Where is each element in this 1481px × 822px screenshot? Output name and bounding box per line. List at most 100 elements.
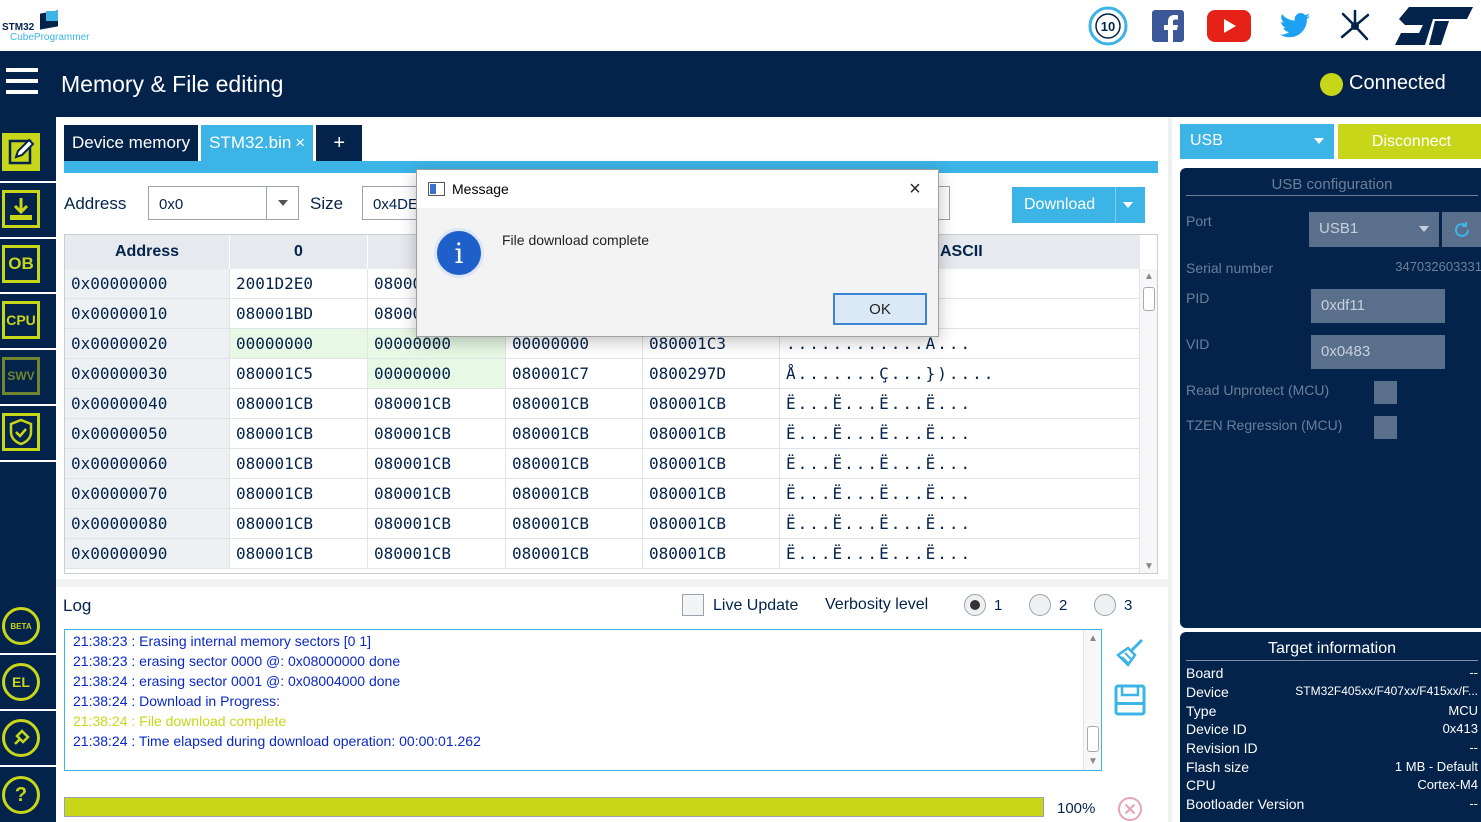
- tab-stm32-bin[interactable]: STM32.bin ×: [201, 125, 314, 161]
- youtube-icon[interactable]: [1206, 6, 1252, 46]
- column-header-0[interactable]: 0: [230, 235, 368, 269]
- dialog-close-icon[interactable]: ×: [902, 176, 928, 202]
- memory-table-scroll-thumb[interactable]: [1143, 287, 1155, 311]
- memory-table-row[interactable]: 0x00000050 080001CB 080001CB 080001CB 080001…: [65, 419, 1141, 449]
- memory-word-cell[interactable]: 080001CB: [643, 509, 780, 538]
- pid-field[interactable]: 0xdf11: [1311, 289, 1445, 323]
- memory-word-cell[interactable]: 080001CB: [368, 449, 506, 478]
- clear-log-broom-icon[interactable]: [1114, 637, 1146, 669]
- scroll-up-icon[interactable]: ▲: [1088, 633, 1098, 644]
- memory-word-cell[interactable]: 080001CB: [230, 419, 368, 448]
- memory-ascii-cell[interactable]: Ë...Ë...Ë...Ë...: [780, 449, 1141, 478]
- option-bytes-nav-button[interactable]: OB: [2, 245, 40, 283]
- memory-word-cell[interactable]: 080001CB: [368, 509, 506, 538]
- memory-word-cell[interactable]: 080001CB: [368, 419, 506, 448]
- memory-word-cell[interactable]: 080001CB: [368, 539, 506, 568]
- memory-word-cell[interactable]: 080001C5: [230, 359, 368, 388]
- beta-features-nav-button[interactable]: BETA: [2, 607, 40, 645]
- memory-word-cell[interactable]: 080001CB: [506, 419, 643, 448]
- download-options-dropdown-icon[interactable]: [1115, 187, 1139, 223]
- memory-word-cell[interactable]: 080001CB: [643, 479, 780, 508]
- memory-ascii-cell[interactable]: Ë...Ë...Ë...Ë...: [780, 539, 1141, 568]
- close-tab-icon[interactable]: ×: [295, 133, 305, 153]
- security-nav-button[interactable]: [2, 413, 40, 451]
- anniversary-badge-icon[interactable]: 10: [1086, 6, 1130, 46]
- st-logo-icon[interactable]: [1394, 6, 1474, 46]
- hamburger-menu-icon[interactable]: [6, 68, 38, 98]
- community-network-icon[interactable]: [1336, 6, 1374, 46]
- port-select[interactable]: USB1: [1309, 212, 1439, 247]
- memory-word-cell[interactable]: 080001CB: [506, 479, 643, 508]
- interface-select[interactable]: USB: [1180, 124, 1334, 159]
- scroll-up-icon[interactable]: ▲: [1144, 272, 1154, 282]
- memory-ascii-cell[interactable]: Å.......Ç...})....: [780, 359, 1141, 388]
- memory-word-cell[interactable]: 080001CB: [506, 389, 643, 418]
- memory-word-cell[interactable]: 080001CB: [506, 539, 643, 568]
- vid-field[interactable]: 0x0483: [1311, 335, 1445, 369]
- memory-word-cell[interactable]: 080001CB: [506, 449, 643, 478]
- memory-word-cell[interactable]: 080001CB: [506, 509, 643, 538]
- memory-word-cell[interactable]: 080001CB: [230, 509, 368, 538]
- swv-nav-button[interactable]: SWV: [2, 357, 40, 395]
- memory-table-row[interactable]: 0x00000030 080001C5 00000000 080001C7 080029…: [65, 359, 1141, 389]
- column-header-address[interactable]: Address: [65, 235, 230, 269]
- memory-word-cell[interactable]: 080001CB: [643, 389, 780, 418]
- scroll-down-icon[interactable]: ▼: [1088, 756, 1098, 767]
- log-scroll-thumb[interactable]: [1087, 726, 1099, 752]
- facebook-icon[interactable]: [1151, 6, 1185, 46]
- address-dropdown-icon[interactable]: [266, 187, 298, 219]
- memory-word-cell[interactable]: 080001CB: [230, 389, 368, 418]
- memory-word-cell[interactable]: 080001CB: [643, 539, 780, 568]
- verbosity-radio-3[interactable]: [1094, 594, 1116, 616]
- verbosity-radio-2[interactable]: [1029, 594, 1051, 616]
- memory-word-cell[interactable]: 0800297D: [643, 359, 780, 388]
- memory-word-cell[interactable]: 080001CB: [230, 449, 368, 478]
- memory-word-cell[interactable]: 00000000: [230, 329, 368, 358]
- download-button[interactable]: Download: [1012, 187, 1145, 223]
- help-nav-button[interactable]: ?: [2, 776, 40, 814]
- memory-word-cell[interactable]: 080001CB: [643, 449, 780, 478]
- external-loader-nav-button[interactable]: EL: [2, 663, 40, 701]
- memory-table-scrollbar[interactable]: ▲ ▼: [1139, 269, 1157, 573]
- memory-editing-nav-button[interactable]: [2, 133, 40, 171]
- log-output[interactable]: 21:38:23 : Erasing internal memory secto…: [64, 629, 1102, 771]
- refresh-ports-button[interactable]: [1442, 212, 1481, 247]
- verbosity-radio-1[interactable]: [964, 594, 986, 616]
- memory-word-cell[interactable]: 080001CB: [230, 539, 368, 568]
- cancel-operation-icon[interactable]: [1117, 796, 1143, 822]
- cpu-nav-button[interactable]: CPU: [2, 301, 40, 339]
- tzen-regression-checkbox[interactable]: [1374, 416, 1397, 439]
- memory-table-row[interactable]: 0x00000060 080001CB 080001CB 080001CB 080001…: [65, 449, 1141, 479]
- log-splitter[interactable]: [56, 579, 1168, 587]
- memory-word-cell[interactable]: 080001C7: [506, 359, 643, 388]
- memory-word-cell[interactable]: 080001CB: [643, 419, 780, 448]
- scroll-down-icon[interactable]: ▼: [1144, 562, 1154, 572]
- memory-table-row[interactable]: 0x00000080 080001CB 080001CB 080001CB 080001…: [65, 509, 1141, 539]
- ok-button[interactable]: OK: [833, 293, 927, 325]
- memory-ascii-cell[interactable]: Ë...Ë...Ë...Ë...: [780, 389, 1141, 418]
- memory-ascii-cell[interactable]: Ë...Ë...Ë...Ë...: [780, 479, 1141, 508]
- memory-word-cell[interactable]: 2001D2E0: [230, 269, 368, 298]
- memory-word-cell[interactable]: 080001CB: [368, 479, 506, 508]
- read-unprotect-checkbox[interactable]: [1374, 381, 1397, 404]
- twitter-icon[interactable]: [1278, 6, 1312, 46]
- add-tab-button[interactable]: +: [316, 125, 363, 161]
- disconnect-button[interactable]: Disconnect: [1338, 124, 1481, 159]
- memory-word-cell[interactable]: 080001CB: [230, 479, 368, 508]
- memory-table-row[interactable]: 0x00000070 080001CB 080001CB 080001CB 080001…: [65, 479, 1141, 509]
- live-update-checkbox[interactable]: [682, 594, 704, 616]
- memory-table-row[interactable]: 0x00000090 080001CB 080001CB 080001CB 080001…: [65, 539, 1141, 569]
- memory-table-row[interactable]: 0x00000040 080001CB 080001CB 080001CB 080001…: [65, 389, 1141, 419]
- plugin-nav-button[interactable]: [2, 719, 40, 757]
- log-scrollbar[interactable]: ▲ ▼: [1083, 630, 1101, 770]
- memory-word-cell[interactable]: 00000000: [368, 359, 506, 388]
- save-log-icon[interactable]: [1114, 684, 1146, 716]
- tab-device-memory[interactable]: Device memory: [64, 125, 199, 161]
- memory-ascii-cell[interactable]: Ë...Ë...Ë...Ë...: [780, 419, 1141, 448]
- app-window: STM32 CubeProgrammer 10 Memory & File ed…: [0, 0, 1481, 822]
- address-combo[interactable]: 0x0: [148, 186, 299, 220]
- memory-ascii-cell[interactable]: Ë...Ë...Ë...Ë...: [780, 509, 1141, 538]
- memory-word-cell[interactable]: 080001CB: [368, 389, 506, 418]
- erasing-programming-nav-button[interactable]: [2, 190, 40, 228]
- memory-word-cell[interactable]: 080001BD: [230, 299, 368, 328]
